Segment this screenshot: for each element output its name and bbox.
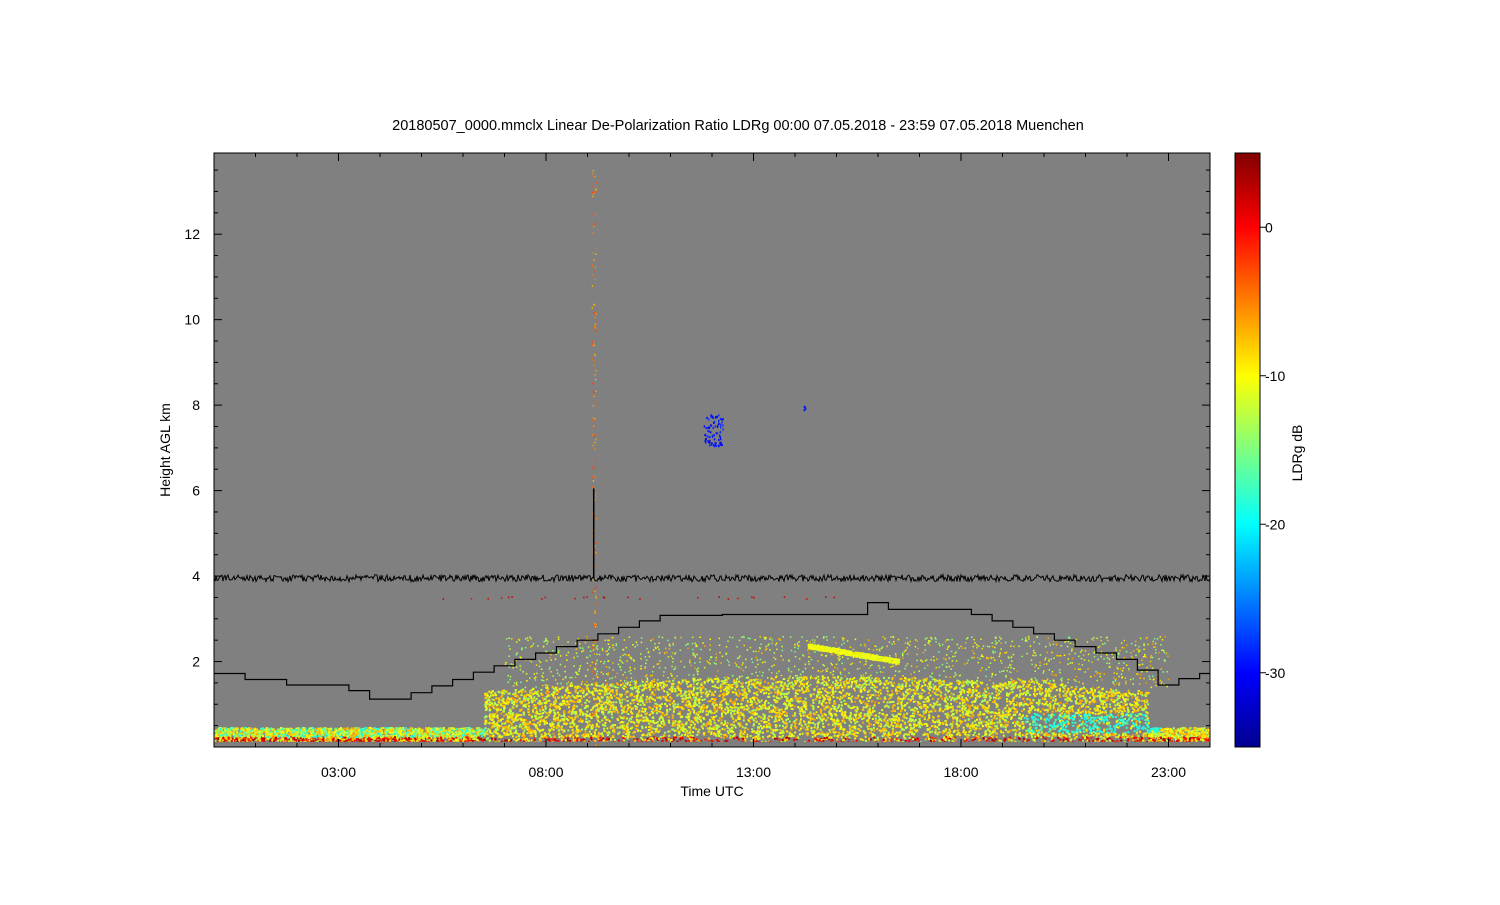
colorbar-tick-label: 0	[1265, 219, 1273, 235]
chart-svg: 20180507_0000.mmclx Linear De-Polarizati…	[0, 0, 1500, 900]
y-tick-label: 10	[184, 312, 200, 328]
colorbar-label: LDRg dB	[1289, 425, 1305, 482]
x-tick-label: 23:00	[1151, 764, 1186, 780]
colorbar-tick-label: -20	[1265, 516, 1285, 532]
colorbar-ticks: 0 -10 -20 -30	[1260, 219, 1285, 681]
y-axis-label: Height AGL km	[157, 403, 173, 497]
x-tick-label: 03:00	[321, 764, 356, 780]
x-axis-label: Time UTC	[680, 783, 743, 799]
y-tick-label: 8	[192, 397, 200, 413]
chart-title: 20180507_0000.mmclx Linear De-Polarizati…	[392, 118, 1084, 134]
y-tick-label: 4	[192, 568, 200, 584]
y-tick-label: 12	[184, 226, 200, 242]
x-tick-label: 13:00	[736, 764, 771, 780]
x-tick-label: 18:00	[943, 764, 978, 780]
colorbar-tick-label: -10	[1265, 368, 1285, 384]
y-tick-label: 2	[192, 654, 200, 670]
y-tick-label: 6	[192, 483, 200, 499]
plot-area	[214, 153, 1210, 747]
colorbar	[1235, 153, 1260, 747]
colorbar-tick-label: -30	[1265, 665, 1285, 681]
x-tick-label: 08:00	[528, 764, 563, 780]
radar-ldr-plot: 20180507_0000.mmclx Linear De-Polarizati…	[0, 0, 1500, 900]
